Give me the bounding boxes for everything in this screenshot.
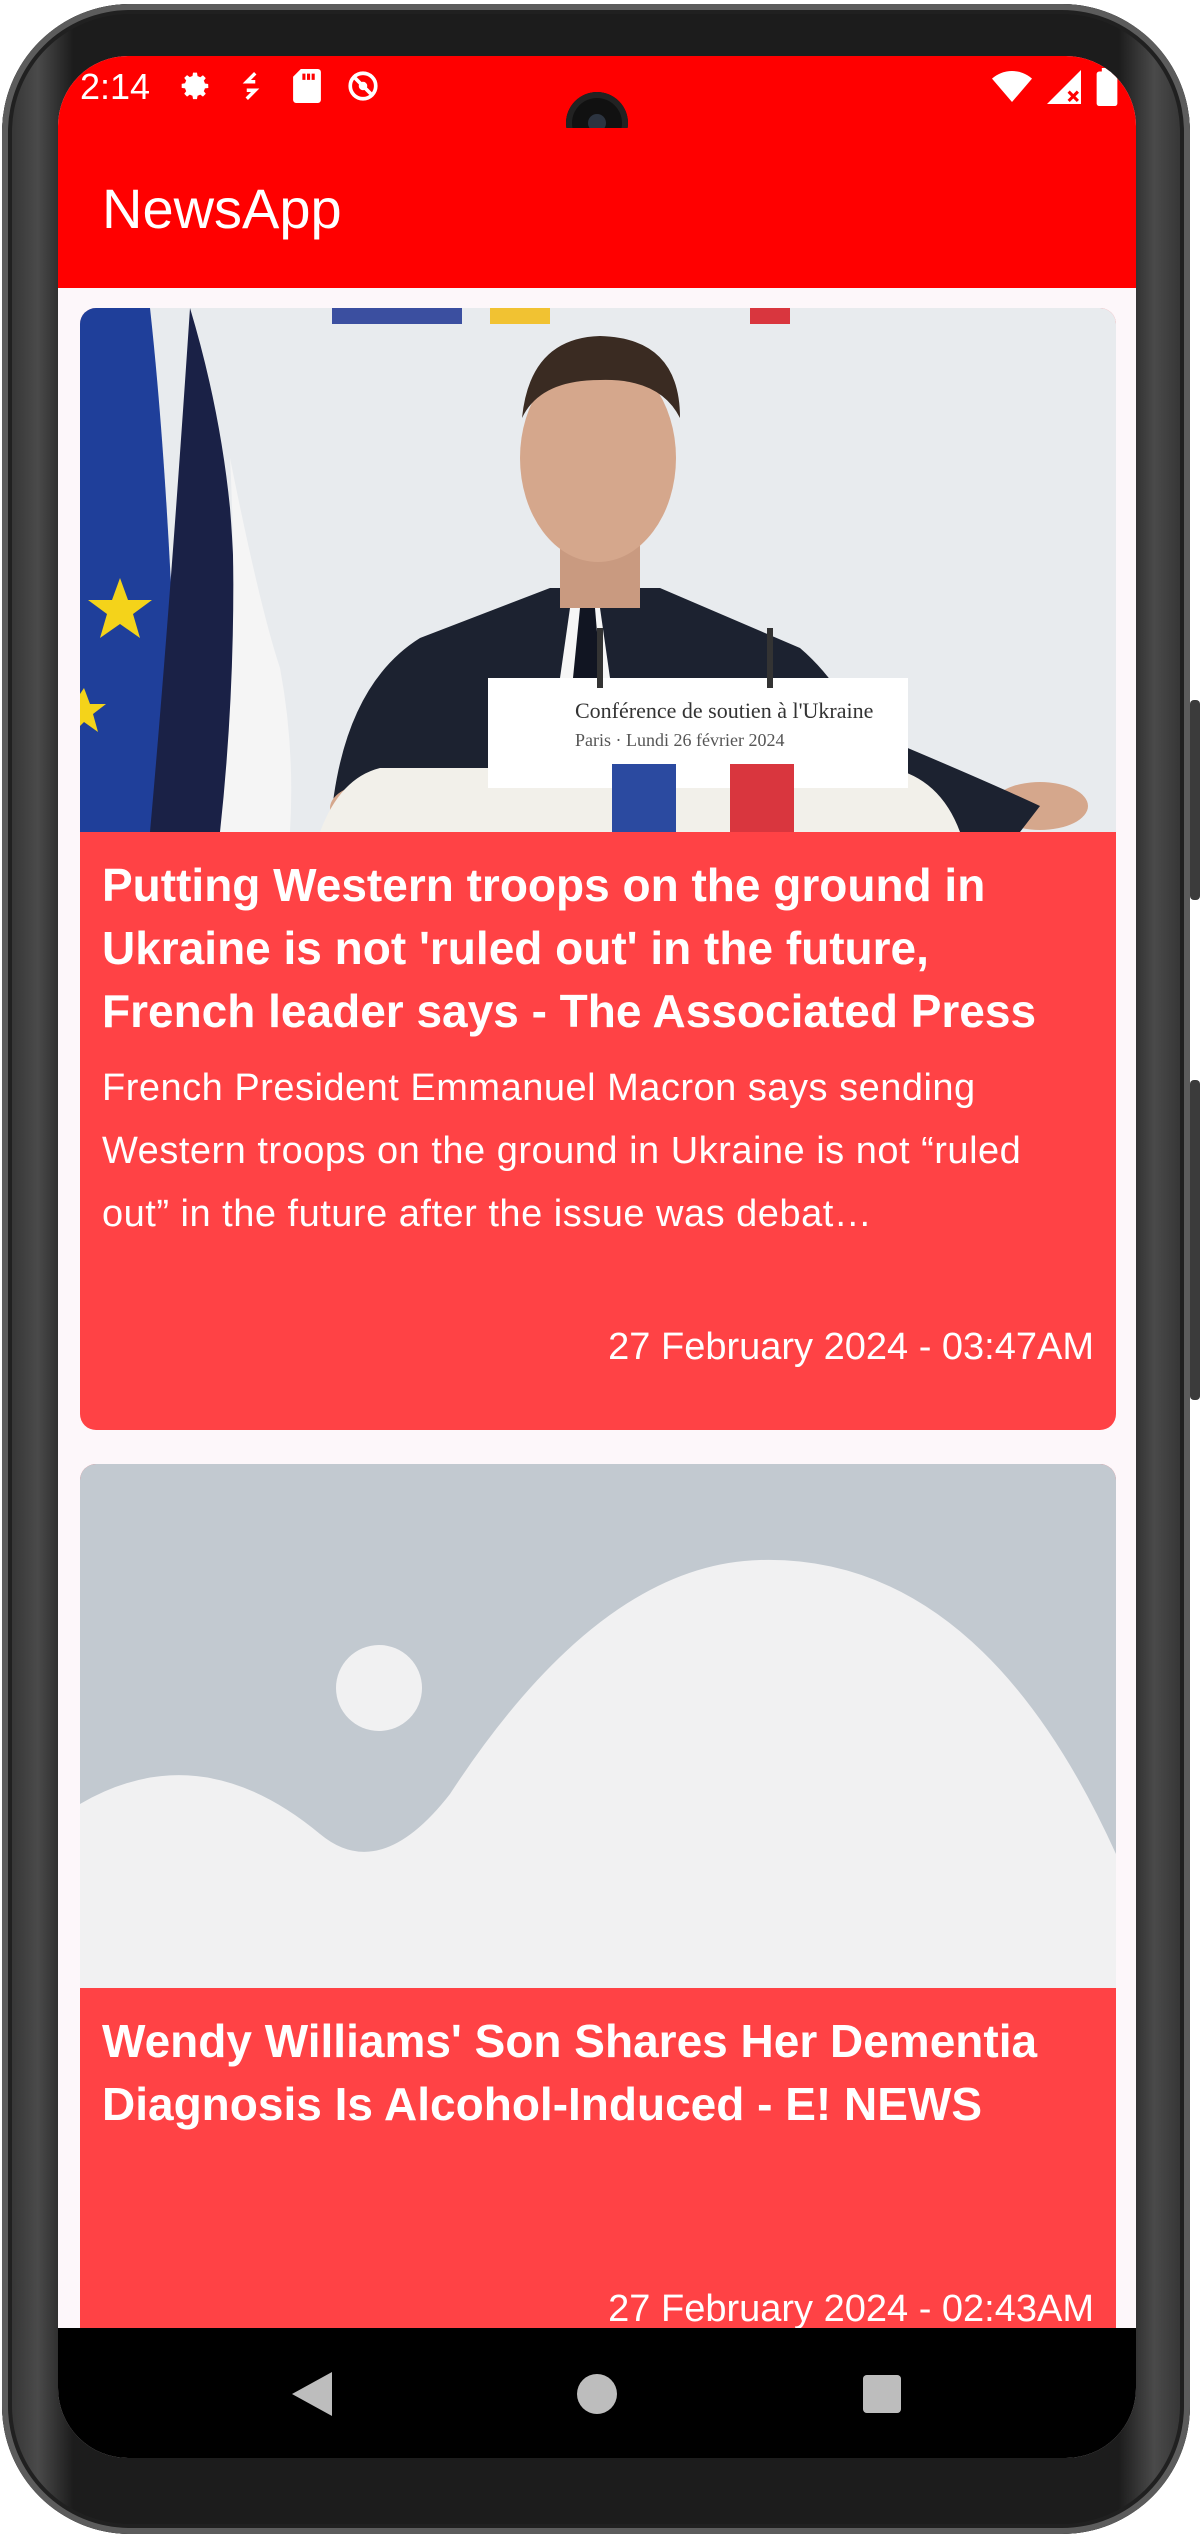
settings-icon [178,68,212,104]
wifi-icon [992,70,1032,109]
sync-icon [234,68,268,104]
news-date: 27 February 2024 - 03:47AM [608,1326,1094,1368]
news-feed[interactable]: Conférence de soutien à l'Ukraine Paris … [58,288,1136,2388]
screen: 2:14 NewsApp Conférence de soutien à l'U… [58,56,1136,2458]
news-card[interactable]: Conférence de soutien à l'Ukraine Paris … [80,308,1116,1430]
home-icon[interactable] [569,2366,625,2422]
podium-sign-line2: Paris · Lundi 26 février 2024 [575,730,784,750]
status-icons-left [178,68,380,104]
back-icon[interactable] [284,2366,340,2422]
status-icons-right [992,68,1118,111]
news-card-body: Putting Western troops on the ground in … [80,832,1116,1246]
do-not-disturb-icon [346,68,380,104]
status-time: 2:14 [80,66,151,107]
app-title: NewsApp [102,177,342,240]
power-button [1190,700,1200,900]
podium-sign-line1: Conférence de soutien à l'Ukraine [575,698,873,723]
news-photo: Conférence de soutien à l'Ukraine Paris … [80,308,1116,832]
signal-icon [1046,70,1082,109]
volume-button [1190,1080,1200,1400]
news-date: 27 February 2024 - 02:43AM [608,2288,1094,2330]
news-card-body: Wendy Williams' Son Shares Her Dementia … [80,1988,1116,2150]
news-card[interactable]: Wendy Williams' Son Shares Her Dementia … [80,1464,1116,2388]
battery-icon [1096,68,1118,111]
news-description: French President Emmanuel Macron says se… [102,1067,1022,1235]
recents-icon[interactable] [854,2366,910,2422]
app-bar: NewsApp [58,128,1136,288]
news-title: Putting Western troops on the ground in … [102,859,1037,1037]
news-title: Wendy Williams' Son Shares Her Dementia … [102,2015,1038,2130]
image-placeholder-illustration [80,1464,1116,1988]
system-nav-bar [58,2328,1136,2458]
news-photo-illustration: Conférence de soutien à l'Ukraine Paris … [80,308,1116,832]
phone-device: 2:14 NewsApp Conférence de soutien à l'U… [0,0,1200,2541]
sd-card-icon [290,68,324,104]
image-placeholder-icon [80,1464,1116,1988]
